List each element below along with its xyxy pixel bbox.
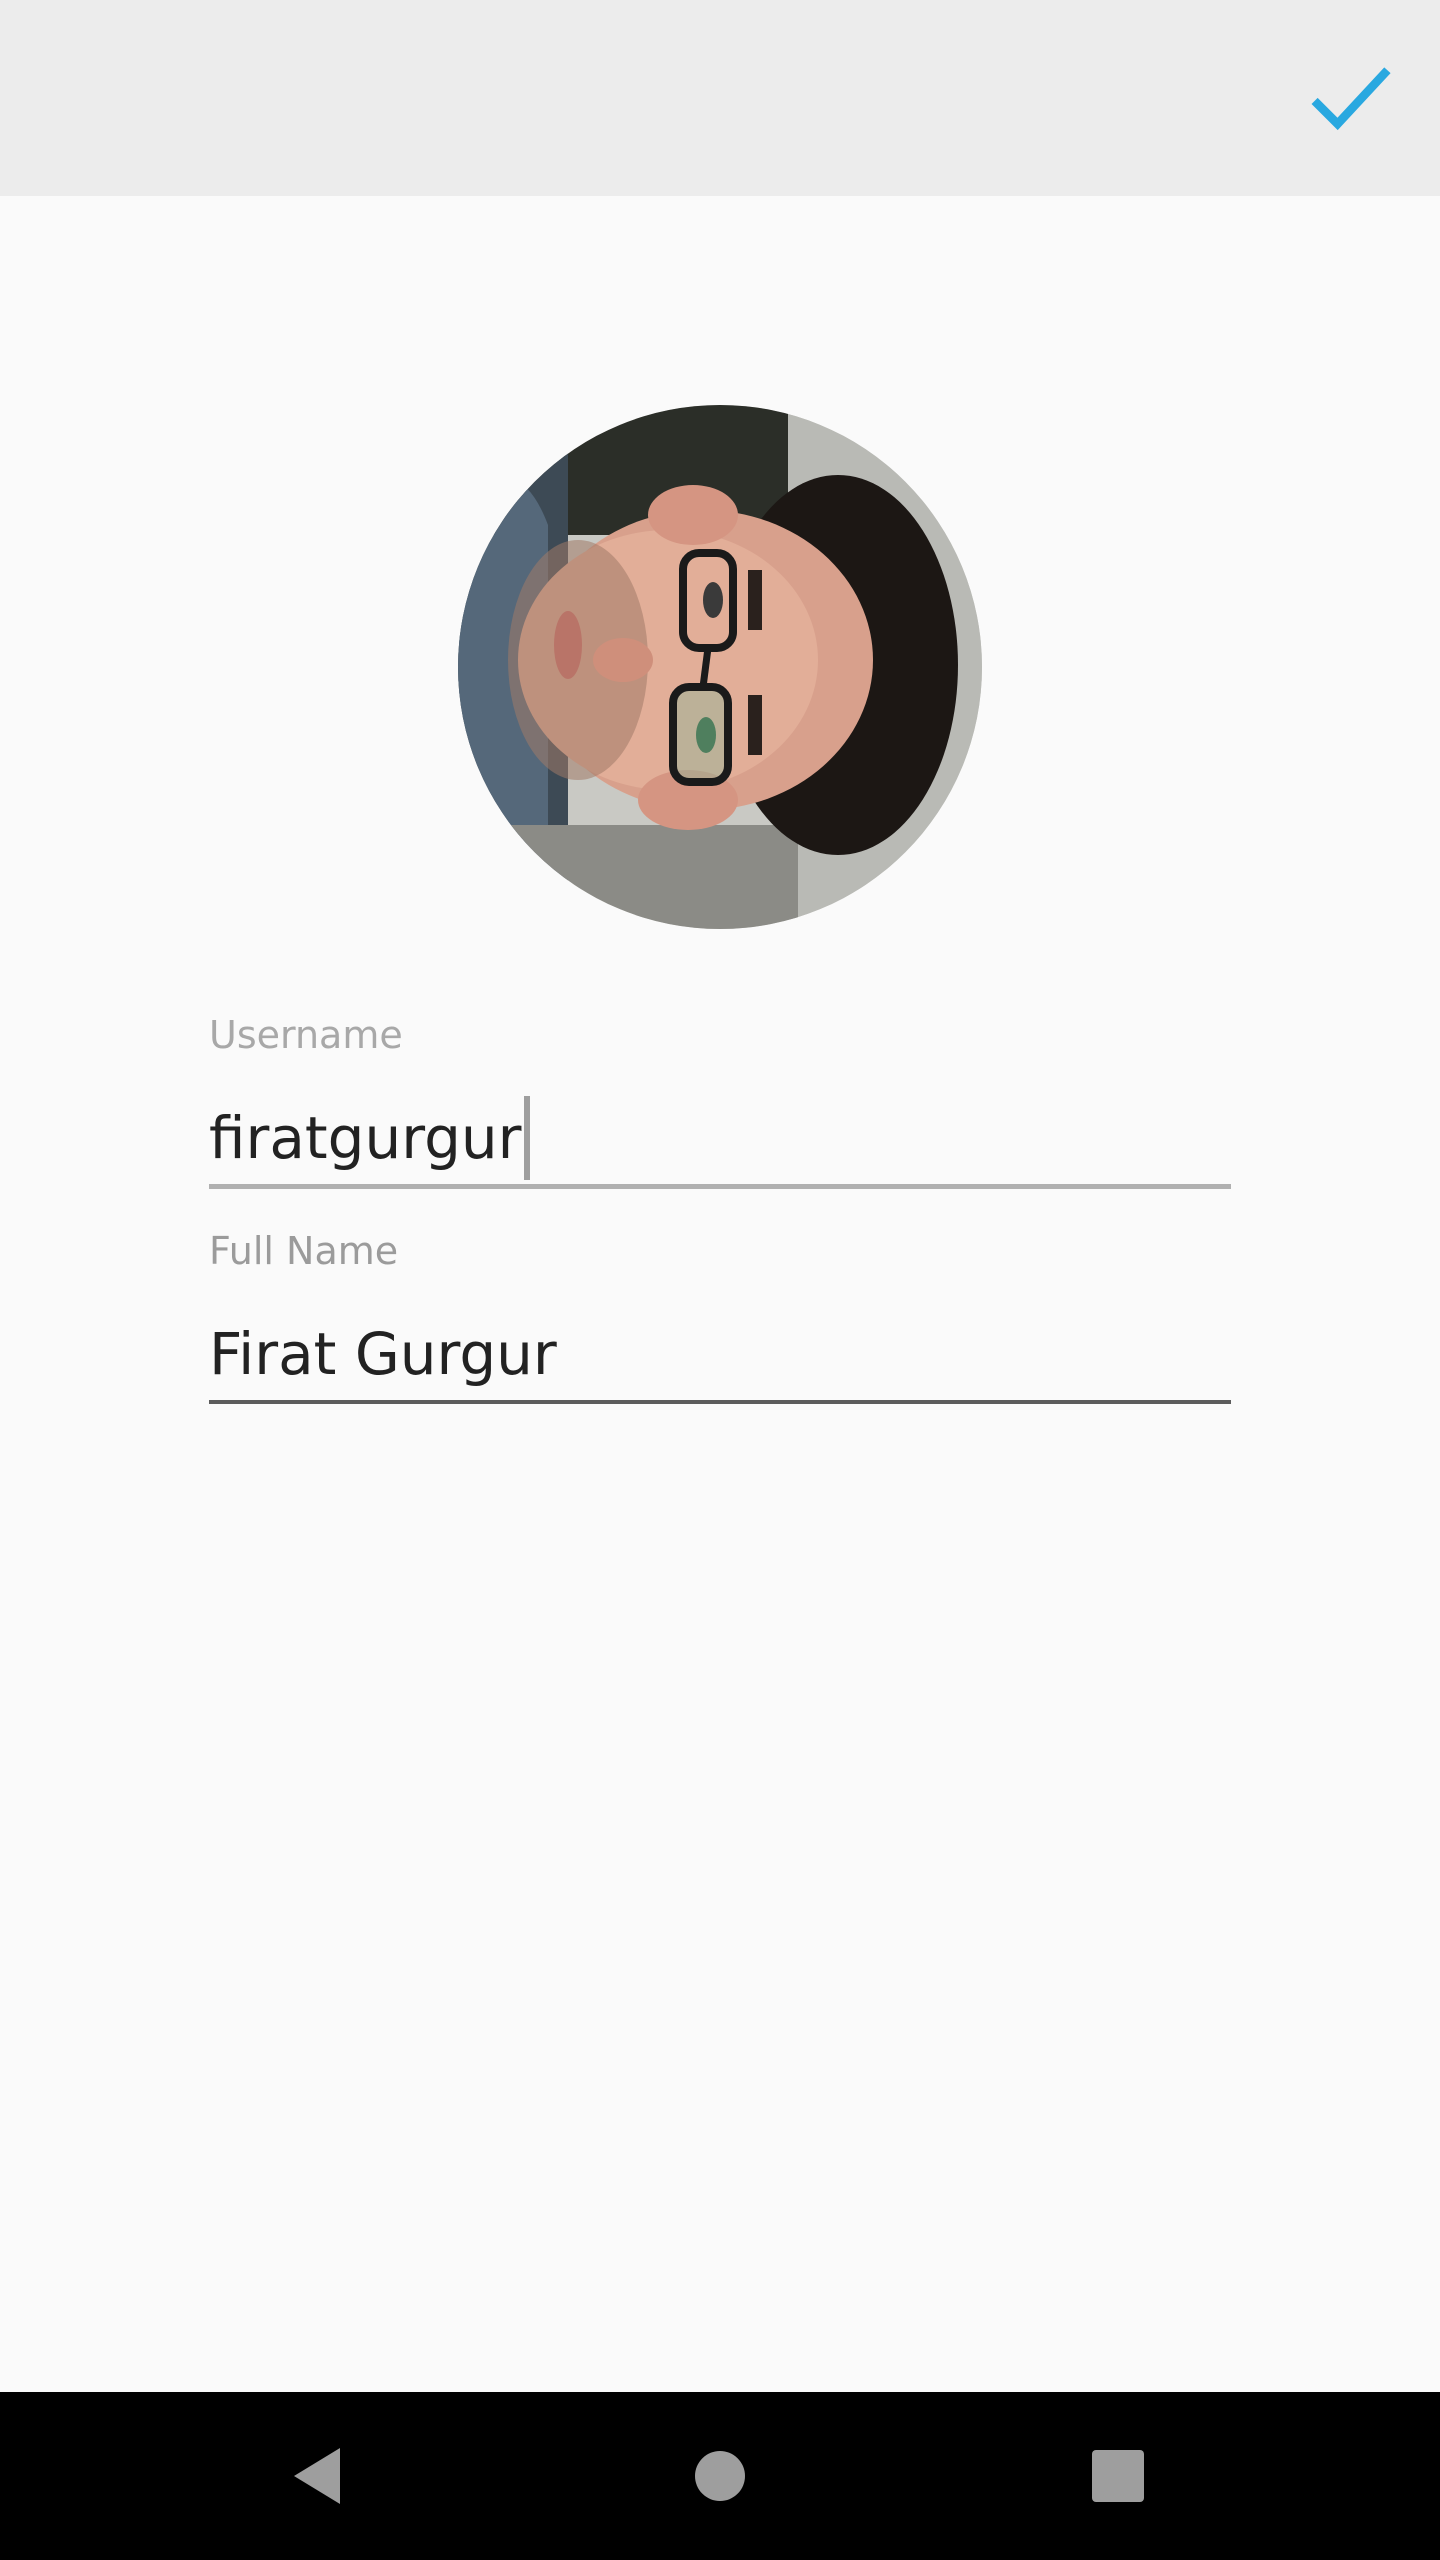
profile-photo xyxy=(458,405,982,929)
nav-recents-button[interactable] xyxy=(1068,2426,1168,2526)
checkmark-icon xyxy=(1311,67,1391,131)
full-name-value: Firat Gurgur xyxy=(209,1320,557,1388)
full-name-underline xyxy=(209,1400,1231,1404)
username-underline xyxy=(209,1184,1231,1189)
full-name-field: Full Name Firat Gurgur xyxy=(209,1232,1231,1404)
full-name-label: Full Name xyxy=(209,1229,399,1273)
text-cursor xyxy=(523,1096,530,1180)
app-bar xyxy=(0,0,1440,196)
recents-square-icon xyxy=(1092,2450,1144,2502)
username-input[interactable]: firatgurgur xyxy=(209,1096,1231,1180)
username-field: Username firatgurgur xyxy=(209,1016,1231,1189)
edit-profile-screen: Username firatgurgur Full Name Firat Gur… xyxy=(0,0,1440,2560)
full-name-input[interactable]: Firat Gurgur xyxy=(209,1312,1231,1396)
nav-home-button[interactable] xyxy=(670,2426,770,2526)
confirm-button[interactable] xyxy=(1296,44,1406,154)
system-navigation-bar xyxy=(0,2392,1440,2560)
home-circle-icon xyxy=(695,2451,745,2501)
username-label: Username xyxy=(209,1013,403,1057)
back-triangle-icon xyxy=(294,2448,340,2504)
nav-back-button[interactable] xyxy=(268,2426,368,2526)
profile-avatar[interactable] xyxy=(458,405,982,929)
username-value: firatgurgur xyxy=(209,1104,522,1172)
